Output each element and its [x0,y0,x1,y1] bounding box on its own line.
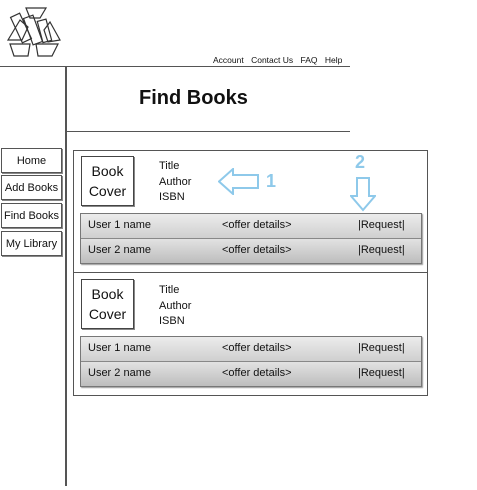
sidebar-item-home[interactable]: Home [1,148,62,173]
offer-details: <offer details> [222,367,292,379]
offer-row: User 1 name <offer details> |Request| [81,337,421,362]
page-title: Find Books [139,87,248,109]
sidebar-item-my-library[interactable]: My Library [1,231,62,256]
arrow-down-icon [350,177,376,212]
book-cover-line1: Book [91,163,124,179]
book-isbn: ISBN [159,315,185,327]
offer-details: <offer details> [222,219,292,231]
offers-list: User 1 name <offer details> |Request| Us… [80,213,422,264]
sidebar-item-add-books[interactable]: Add Books [1,175,62,200]
nav-help-link[interactable]: Help [325,55,342,65]
book-cover-line2: Cover [88,306,127,322]
book-cover-line1: Book [91,286,124,302]
header-divider [0,66,350,67]
book-author: Author [159,175,192,188]
book-cover: Book Cover [81,156,134,206]
offer-row: User 2 name <offer details> |Request| [81,239,421,263]
recycle-books-logo-icon [6,7,61,57]
annotation-label-1: 1 [266,171,277,191]
result-divider [73,272,428,273]
top-nav: Account Contact Us FAQ Help [213,55,347,65]
request-button[interactable]: |Request| [358,244,405,256]
offer-user: User 1 name [88,219,151,231]
arrow-left-icon [218,168,259,195]
offers-list: User 1 name <offer details> |Request| Us… [80,336,422,387]
offer-details: <offer details> [222,244,292,256]
sidebar-item-find-books[interactable]: Find Books [1,203,62,228]
request-button[interactable]: |Request| [358,367,405,379]
book-meta: Title Author ISBN [159,159,191,206]
book-cover: Book Cover [81,279,134,329]
offer-row: User 1 name <offer details> |Request| [81,214,421,239]
request-button[interactable]: |Request| [358,219,405,231]
book-author: Author [159,299,192,312]
book-title: Title [159,160,180,172]
offer-row: User 2 name <offer details> |Request| [81,362,421,386]
title-divider [66,131,350,132]
book-cover-line2: Cover [88,183,127,199]
offer-user: User 1 name [88,342,151,354]
nav-contact-link[interactable]: Contact Us [251,55,293,65]
nav-account-link[interactable]: Account [213,55,244,65]
offer-user: User 2 name [88,367,151,379]
nav-faq-link[interactable]: FAQ [301,55,318,65]
sidebar-divider [65,66,67,486]
annotation-label-2: 2 [355,152,366,172]
book-isbn: ISBN [159,191,185,203]
offer-user: User 2 name [88,244,151,256]
offer-details: <offer details> [222,342,292,354]
request-button[interactable]: |Request| [358,342,405,354]
book-title: Title [159,284,180,296]
book-meta: Title Author ISBN [159,283,191,330]
